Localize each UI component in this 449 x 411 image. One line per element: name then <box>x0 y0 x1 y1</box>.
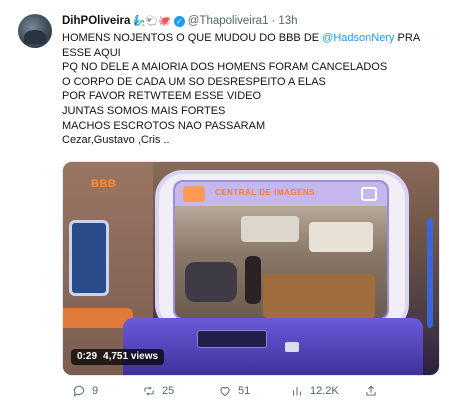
tweet-text-line-1: HOMENS NOJENTOS O QUE MUDOU DO BBB DE @H… <box>62 31 437 46</box>
like-count: 51 <box>238 385 251 397</box>
tweet-text-segment: PRA <box>394 32 421 44</box>
bed-right <box>309 222 373 252</box>
tweet-text-segment: HOMENS NOJENTOS O QUE MUDOU DO BBB DE <box>62 32 323 44</box>
author-emojis: 🧞‍♂️🐑🐙 <box>133 15 171 27</box>
tweet-text-line-2: ESSE AQUI <box>62 46 121 59</box>
mention-link[interactable]: @HadsonNery <box>322 32 394 44</box>
rug <box>263 274 375 318</box>
studio-light-strip <box>427 218 433 328</box>
reply-icon <box>73 385 85 397</box>
reply-count: 9 <box>92 385 99 397</box>
retweet-icon <box>144 386 154 396</box>
studio-panel <box>69 220 109 296</box>
retweet-button[interactable]: 25 <box>142 384 174 398</box>
tweet-text-line-7: MACHOS ESCROTOS NAO PASSARAM <box>62 119 266 132</box>
central-screen: CENTRAL DE IMAGENS <box>173 180 389 320</box>
views-button[interactable]: 12.2K <box>290 384 339 398</box>
bar-chart-icon <box>293 386 301 396</box>
tweet-header: DihPOliveira 🧞‍♂️🐑🐙 ✓ @Thapoliveira1 · 1… <box>62 15 298 27</box>
share-icon <box>366 385 376 396</box>
chat-icon <box>361 187 377 201</box>
bbb-logo: BBB <box>91 178 117 190</box>
bed-left <box>241 216 299 242</box>
tweet-text-line-8: Cezar,Gustavo ,Cris .. <box>62 134 170 147</box>
video-info-badge: 0:29 4,751 views <box>71 349 165 365</box>
view-count: 12.2K <box>310 385 339 397</box>
heart-icon <box>220 387 230 397</box>
console-button <box>285 342 299 352</box>
tweet-actions: 9 25 51 12.2K <box>72 384 444 402</box>
tweet-text-line-5: POR FAVOR RETWTEEM ESSE VIDEO <box>62 90 262 103</box>
video-duration: 0:29 <box>77 351 98 362</box>
studio-console <box>123 318 423 375</box>
author-name[interactable]: DihPOliveira <box>62 15 130 27</box>
clothes-pile <box>185 262 237 302</box>
author-avatar[interactable] <box>18 14 52 48</box>
reply-button[interactable]: 9 <box>72 384 98 398</box>
camera-icon <box>183 186 205 202</box>
tweet-text-line-6: JUNTAS SOMOS MAIS FORTES <box>62 104 226 117</box>
tweet-text-line-3: PQ NO DELE A MAIORIA DOS HOMENS FORAM CA… <box>62 61 388 74</box>
separator-dot: · <box>271 15 276 27</box>
tweet-text: HOMENS NOJENTOS O QUE MUDOU DO BBB DE @H… <box>62 31 437 148</box>
like-button[interactable]: 51 <box>218 384 250 398</box>
share-button[interactable] <box>364 384 378 398</box>
video-views: 4,751 views <box>103 351 159 362</box>
video-player[interactable]: BBB CENTRAL DE IMAGENS 0:29 4,751 views <box>62 161 440 376</box>
author-handle[interactable]: @Thapoliveira1 <box>188 15 269 27</box>
avatar-silhouette <box>24 30 46 44</box>
tweet-text-line-4: O CORPO DE CADA UM SO DESRESPEITO A ELAS <box>62 75 326 88</box>
retweet-count: 25 <box>162 385 175 397</box>
screen-title: CENTRAL DE IMAGENS <box>215 188 315 197</box>
person-silhouette <box>245 256 261 304</box>
verified-badge-icon: ✓ <box>173 15 185 27</box>
tweet-timestamp[interactable]: 13h <box>278 15 297 27</box>
console-screen <box>197 330 267 348</box>
